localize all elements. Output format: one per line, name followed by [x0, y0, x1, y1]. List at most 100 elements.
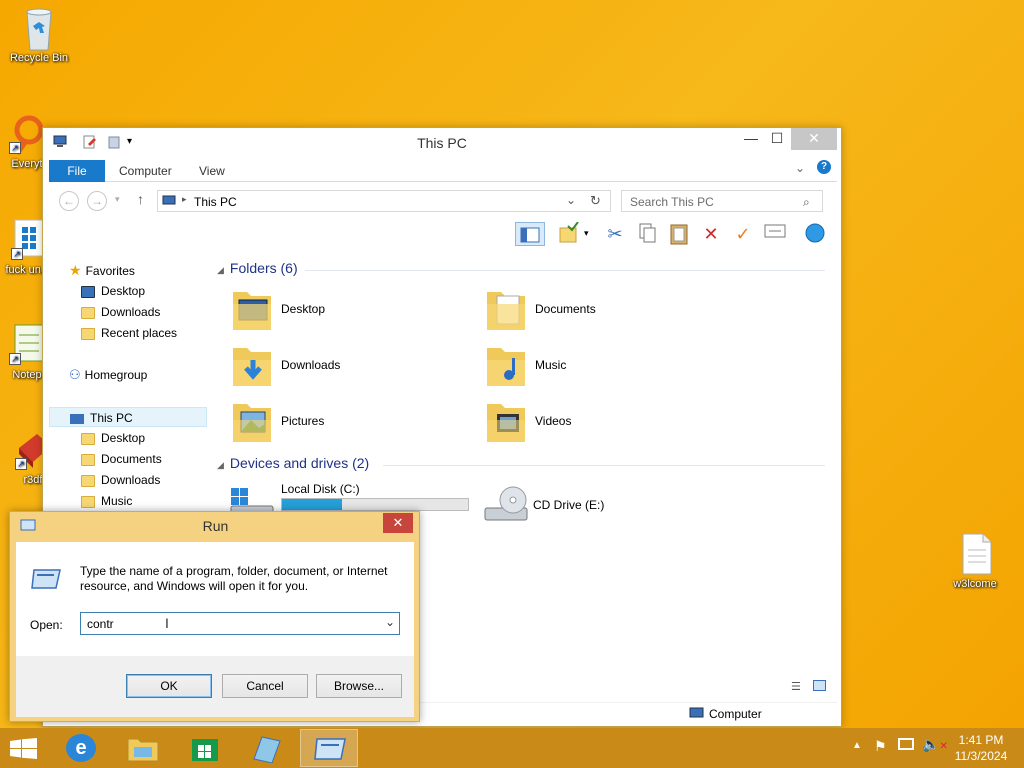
- address-row: ← → ▾ ↑ ▸ This PC ⌄ ↻ Search This PC ⌕: [49, 186, 837, 216]
- drives-header-label: Devices and drives (2): [229, 455, 370, 471]
- document-image: [955, 532, 995, 576]
- divider: [305, 270, 825, 271]
- maximize-button[interactable]: ☐: [762, 128, 792, 150]
- collapse-icon: ◢: [217, 265, 224, 275]
- collapse-icon: ◢: [217, 460, 224, 470]
- refresh-icon[interactable]: ↻: [590, 193, 601, 209]
- star-icon: ★: [69, 262, 82, 278]
- tab-computer[interactable]: Computer: [119, 164, 172, 178]
- breadcrumb-chevron-icon[interactable]: ▸: [182, 194, 187, 205]
- search-input[interactable]: Search This PC: [621, 190, 823, 212]
- folder-music-label: Music: [535, 358, 567, 372]
- taskbar-store[interactable]: [176, 729, 234, 767]
- close-button[interactable]: ✕: [791, 128, 837, 150]
- explorer-titlebar[interactable]: ▾ This PC — ☐ ✕: [43, 128, 841, 157]
- ok-button[interactable]: OK: [126, 674, 212, 698]
- network-icon[interactable]: [898, 738, 914, 750]
- run-close-button[interactable]: ✕: [383, 513, 413, 533]
- recycle-bin-label: Recycle Bin: [9, 52, 69, 64]
- rename-check-icon[interactable]: ✓: [731, 222, 755, 246]
- action-center-flag-icon[interactable]: ⚑: [874, 738, 887, 755]
- taskbar-file-explorer[interactable]: [114, 729, 172, 767]
- clock-date[interactable]: 11/3/2024: [944, 749, 1018, 763]
- expand-ribbon-icon[interactable]: ⌄: [795, 161, 805, 175]
- nav-pc-documents[interactable]: Documents: [81, 449, 162, 469]
- drive-c-label: Local Disk (C:): [281, 482, 360, 496]
- open-dropdown-icon[interactable]: ⌄: [385, 615, 395, 629]
- this-pc-small-icon: [162, 195, 178, 210]
- show-hidden-icons[interactable]: ▲: [852, 740, 862, 751]
- clock-time[interactable]: 1:41 PM: [944, 733, 1018, 747]
- shortcut-arrow-icon: ↗: [15, 458, 27, 470]
- nav-pc-downloads[interactable]: Downloads: [81, 470, 160, 490]
- address-dropdown-icon[interactable]: ⌄: [566, 193, 576, 207]
- forward-button[interactable]: →: [87, 191, 107, 211]
- folder-icon: [81, 495, 95, 508]
- folders-header-label: Folders (6): [229, 260, 298, 276]
- folder-icon: [81, 453, 95, 466]
- nav-fav-desktop[interactable]: Desktop: [81, 281, 145, 301]
- properties-toolbar-icon[interactable]: [763, 222, 787, 246]
- w3lcome-file-icon[interactable]: w3lcome: [938, 532, 1012, 590]
- drive-c-usage-fill: [282, 499, 342, 510]
- pictures-folder-icon: [231, 398, 273, 444]
- recycle-bin-icon[interactable]: Recycle Bin: [2, 6, 76, 64]
- shortcut-arrow-icon: ↗: [11, 248, 23, 260]
- address-bar[interactable]: ▸ This PC ⌄ ↻: [157, 190, 611, 212]
- folders-group-header[interactable]: ◢ Folders (6): [217, 260, 298, 276]
- folder-pictures-label: Pictures: [281, 414, 325, 428]
- delete-icon[interactable]: ✕: [699, 222, 723, 246]
- w3lcome-label: w3lcome: [953, 578, 997, 590]
- nav-pc-music[interactable]: Music: [81, 491, 132, 511]
- nav-fav-desktop-label: Desktop: [101, 284, 146, 298]
- downloads-folder-icon: [81, 306, 95, 319]
- tab-view[interactable]: View: [199, 164, 225, 178]
- internet-explorer-icon: e: [66, 734, 96, 762]
- documents-folder-icon: [485, 286, 527, 332]
- window-title: This PC: [417, 135, 467, 151]
- taskbar-notepad[interactable]: [238, 729, 296, 767]
- options-dropdown-icon[interactable]: ▾: [584, 228, 589, 239]
- help-icon[interactable]: ?: [817, 160, 831, 174]
- nav-pc-documents-label: Documents: [101, 452, 162, 466]
- open-combobox[interactable]: contr I ⌄: [80, 612, 400, 635]
- cut-icon[interactable]: ✂: [603, 222, 627, 246]
- run-title: Run: [202, 518, 229, 534]
- nav-pc-desktop[interactable]: Desktop: [81, 428, 145, 448]
- taskbar-run[interactable]: [300, 729, 358, 767]
- tab-file[interactable]: File: [49, 160, 105, 182]
- drives-group-header[interactable]: ◢ Devices and drives (2): [217, 455, 369, 471]
- back-button[interactable]: ←: [59, 191, 79, 211]
- large-icons-view-icon[interactable]: [813, 680, 826, 691]
- recent-locations-icon[interactable]: ▾: [115, 194, 120, 205]
- paste-icon[interactable]: [667, 222, 691, 246]
- browse-button[interactable]: Browse...: [316, 674, 402, 698]
- cancel-button[interactable]: Cancel: [222, 674, 308, 698]
- run-body: Type the name of a program, folder, docu…: [16, 542, 414, 656]
- nav-this-pc[interactable]: This PC: [49, 407, 207, 427]
- open-control-panel-icon[interactable]: [803, 222, 827, 246]
- folder-icon: [81, 474, 95, 487]
- search-icon[interactable]: ⌕: [803, 195, 810, 210]
- computer-status-icon: [689, 707, 705, 723]
- open-input-value[interactable]: contr: [87, 617, 114, 631]
- text-cursor-icon: I: [165, 615, 169, 631]
- taskbar-ie[interactable]: e: [52, 729, 110, 767]
- up-button[interactable]: ↑: [137, 191, 144, 207]
- drive-e-label: CD Drive (E:): [533, 498, 605, 512]
- nav-this-pc-label: This PC: [90, 411, 133, 425]
- nav-fav-recent[interactable]: Recent places: [81, 323, 177, 343]
- folder-documents-label: Documents: [535, 302, 596, 316]
- folder-options-icon[interactable]: [557, 221, 581, 246]
- nav-homegroup[interactable]: ⚇ Homegroup: [69, 365, 147, 385]
- breadcrumb-this-pc[interactable]: This PC: [194, 195, 237, 209]
- nav-fav-downloads[interactable]: Downloads: [81, 302, 160, 322]
- navigation-pane-icon[interactable]: [515, 222, 545, 246]
- start-button[interactable]: [10, 738, 38, 763]
- shortcut-arrow-icon: ↗: [9, 142, 21, 154]
- desktop-folder-icon: [231, 286, 273, 332]
- everything-label: Everyt: [11, 158, 43, 170]
- copy-icon[interactable]: [635, 222, 659, 246]
- nav-favorites[interactable]: ★ Favorites: [69, 260, 135, 280]
- details-view-icon[interactable]: ☰: [791, 680, 801, 693]
